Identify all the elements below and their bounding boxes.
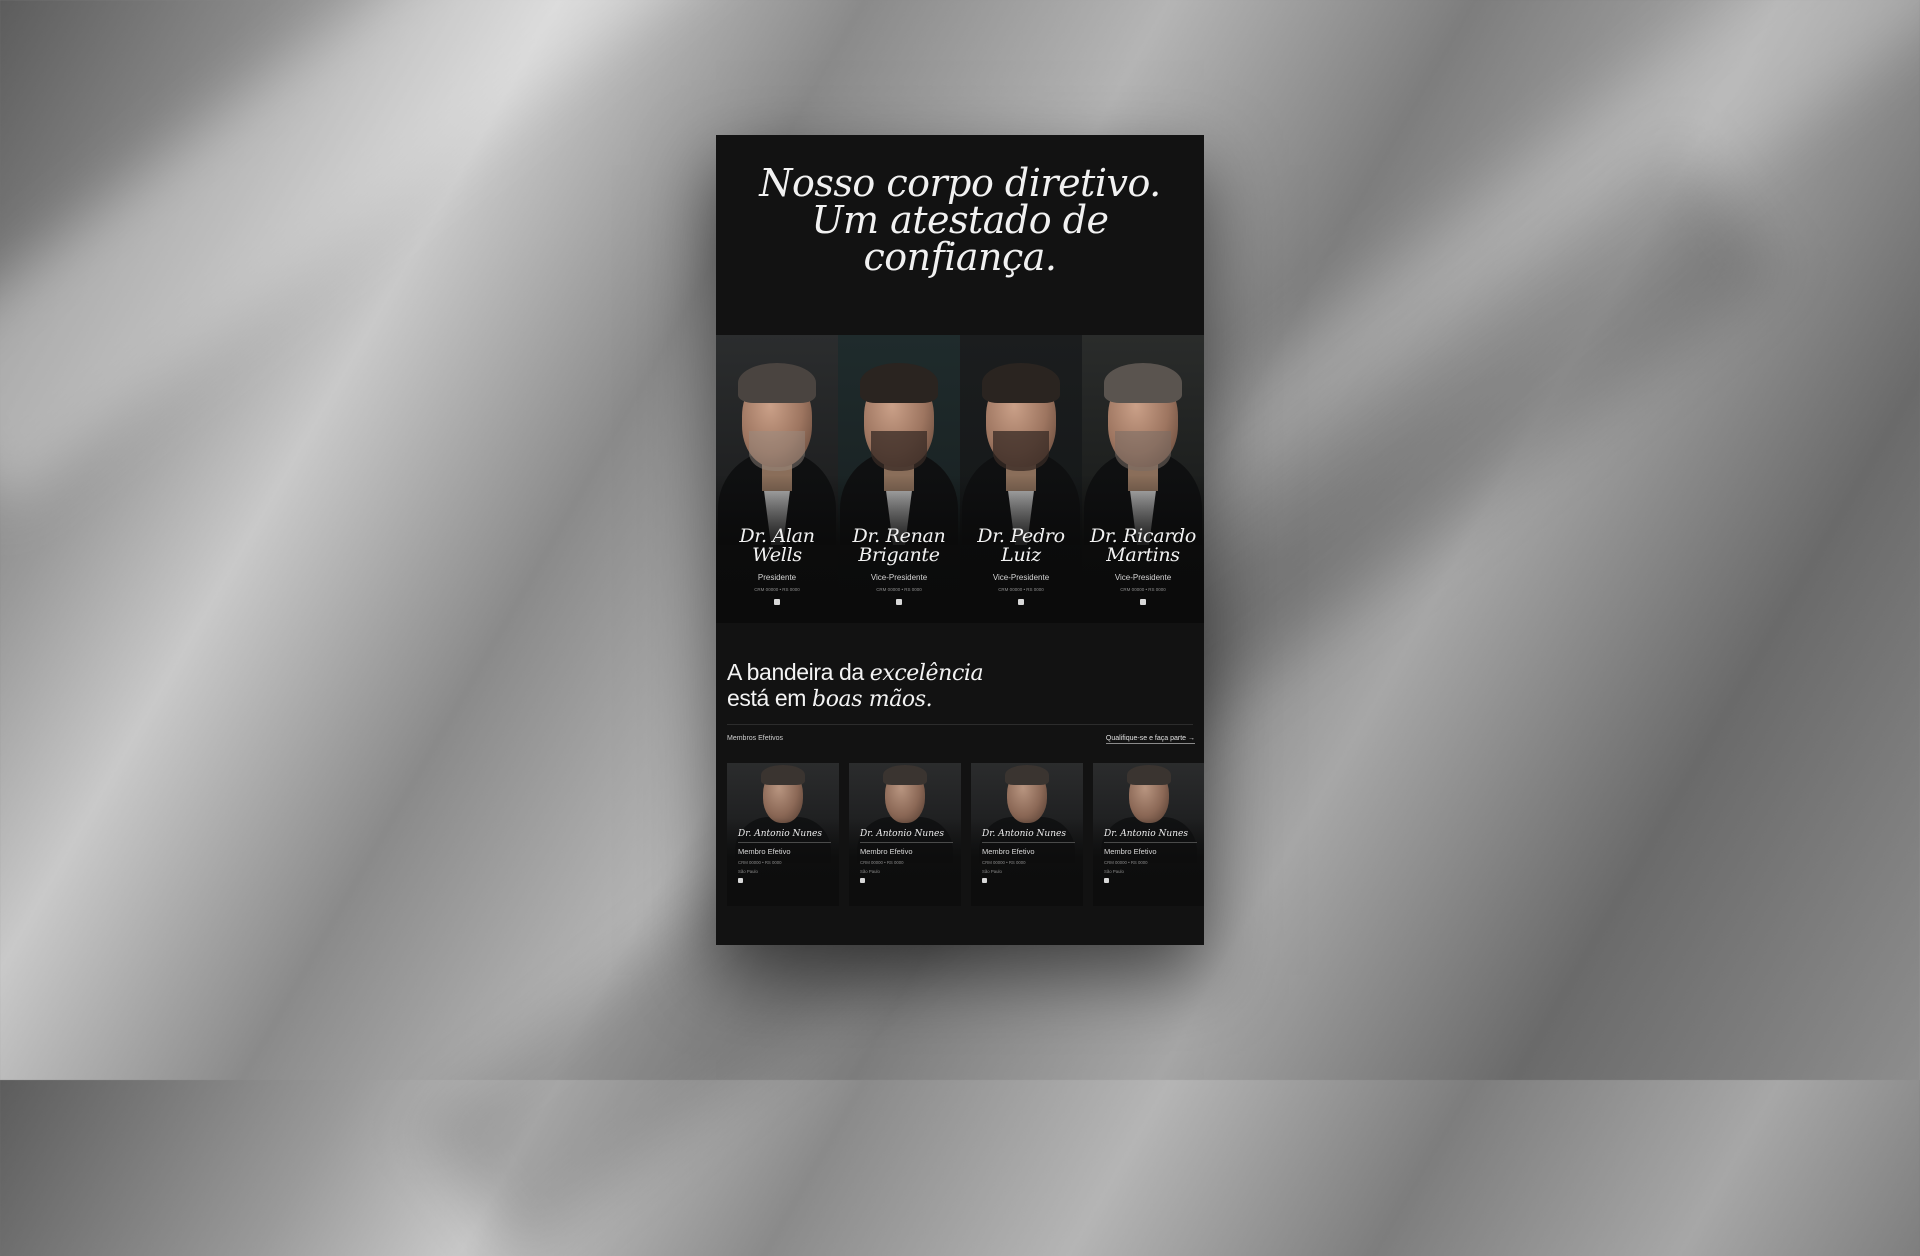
members-grid: Dr. Antonio Nunes Membro Efetivo CRM 000… [727, 763, 1204, 906]
member-card[interactable]: Dr. Antonio Nunes Membro Efetivo CRM 000… [727, 763, 839, 906]
board-name: Dr. Alan Wells [716, 527, 838, 565]
board-name: Dr. Pedro Luiz [960, 527, 1082, 565]
linkedin-icon[interactable] [1140, 599, 1146, 605]
linkedin-icon[interactable] [860, 878, 865, 883]
board-role: Vice-Presidente [870, 573, 928, 582]
linkedin-icon[interactable] [1104, 878, 1109, 883]
excellence-emphasis: excelência [869, 661, 984, 686]
excellence-heading: A bandeira da excelência está em boas mã… [727, 659, 984, 712]
board-role: Presidente [757, 573, 797, 582]
member-card[interactable]: Dr. Antonio Nunes Membro Efetivo CRM 000… [971, 763, 1083, 906]
board-name: Dr. Ricardo Martins [1082, 527, 1204, 565]
member-role: Membro Efetivo [860, 847, 913, 856]
page-mockup: Nosso corpo diretivo. Um atestado de con… [716, 135, 1204, 945]
board-registration: CRM 00000 • RS 0000 [998, 587, 1044, 592]
linkedin-icon[interactable] [896, 599, 902, 605]
excellence-text: está em [727, 685, 813, 711]
board-name-line: Wells [752, 544, 802, 566]
board-card[interactable]: Dr. Pedro Luiz Vice-Presidente CRM 00000… [960, 335, 1082, 623]
board-name: Dr. Renan Brigante [838, 527, 960, 565]
hero-title: Nosso corpo diretivo. Um atestado de con… [716, 161, 1204, 279]
excellence-line: está em boas mãos. [727, 686, 983, 712]
excellence-line: A bandeira da excelência [727, 659, 984, 686]
linkedin-icon[interactable] [1018, 599, 1024, 605]
hero-title-line: confiança. [863, 235, 1058, 279]
hero-title-line: Um atestado de [811, 198, 1109, 242]
board-registration: CRM 00000 • RS 0000 [754, 587, 800, 592]
member-card[interactable]: Dr. Antonio Nunes Membro Efetivo CRM 000… [1093, 763, 1204, 906]
board-registration: CRM 00000 • RS 0000 [876, 587, 922, 592]
member-registration: CRM 00000 • RS 0000 [860, 860, 904, 865]
board-card[interactable]: Dr. Ricardo Martins Vice-Presidente CRM … [1082, 335, 1204, 623]
member-city: São Paulo [982, 869, 1002, 874]
member-name: Dr. Antonio Nunes [982, 829, 1075, 843]
member-role: Membro Efetivo [1104, 847, 1157, 856]
board-card[interactable]: Dr. Renan Brigante Vice-Presidente CRM 0… [838, 335, 960, 623]
linkedin-icon[interactable] [982, 878, 987, 883]
board-grid: Dr. Alan Wells Presidente CRM 00000 • RS… [716, 335, 1204, 623]
member-registration: CRM 00000 • RS 0000 [1104, 860, 1148, 865]
member-card[interactable]: Dr. Antonio Nunes Membro Efetivo CRM 000… [849, 763, 961, 906]
hero-title-line: Nosso corpo diretivo. [759, 161, 1161, 205]
member-city: São Paulo [1104, 869, 1124, 874]
member-registration: CRM 00000 • RS 0000 [738, 860, 782, 865]
member-role: Membro Efetivo [738, 847, 791, 856]
excellence-text: A bandeira da [727, 659, 870, 685]
board-role: Vice-Presidente [992, 573, 1050, 582]
qualify-link[interactable]: Qualifique-se e faça parte → [1105, 735, 1195, 744]
board-name-line: Martins [1106, 544, 1180, 566]
member-name: Dr. Antonio Nunes [738, 829, 831, 843]
section-divider [727, 724, 1193, 725]
board-name-line: Brigante [858, 544, 940, 566]
board-card[interactable]: Dr. Alan Wells Presidente CRM 00000 • RS… [716, 335, 838, 623]
excellence-emphasis: boas mãos. [812, 687, 933, 712]
member-registration: CRM 00000 • RS 0000 [982, 860, 1026, 865]
linkedin-icon[interactable] [774, 599, 780, 605]
member-city: São Paulo [860, 869, 880, 874]
member-name: Dr. Antonio Nunes [860, 829, 953, 843]
board-role: Vice-Presidente [1114, 573, 1172, 582]
member-city: São Paulo [738, 869, 758, 874]
members-section-label: Membros Efetivos [727, 735, 784, 742]
linkedin-icon[interactable] [738, 878, 743, 883]
member-role: Membro Efetivo [982, 847, 1035, 856]
member-name: Dr. Antonio Nunes [1104, 829, 1197, 843]
board-name-line: Luiz [1001, 544, 1041, 566]
board-registration: CRM 00000 • RS 0000 [1120, 587, 1166, 592]
